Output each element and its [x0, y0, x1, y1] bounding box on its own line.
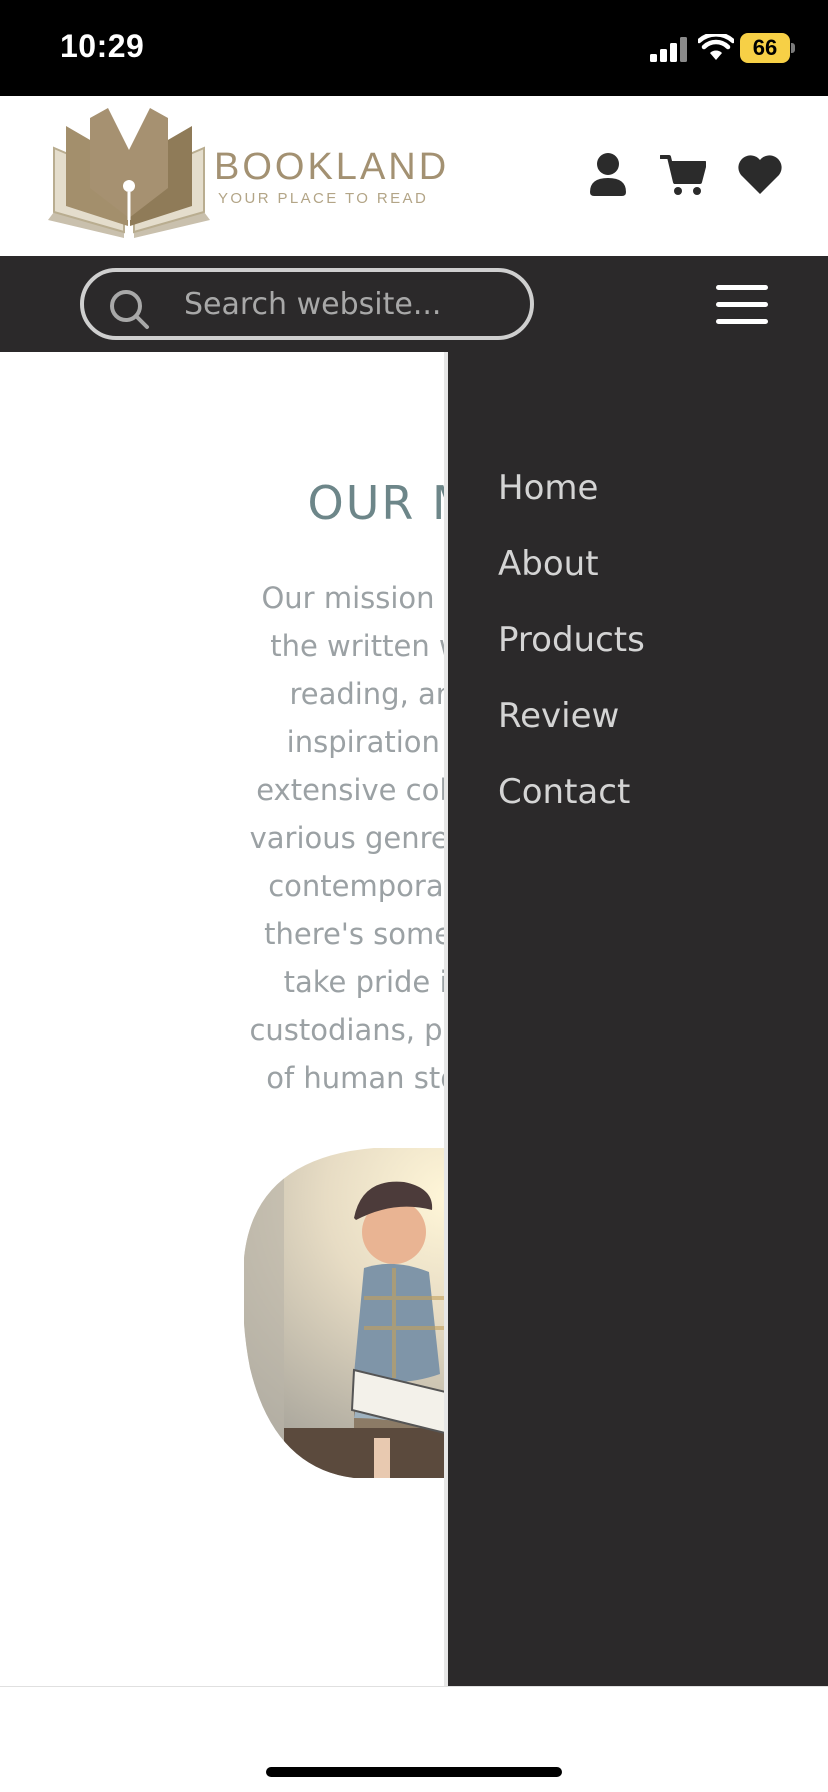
battery-tip	[791, 43, 795, 53]
site-header: BOOKLAND YOUR PLACE TO READ	[0, 96, 828, 256]
cart-icon[interactable]	[660, 152, 706, 196]
nav-item-products[interactable]: Products	[498, 616, 645, 692]
hamburger-menu-icon[interactable]	[714, 282, 770, 328]
signal-icon	[650, 37, 687, 62]
search-bar-row	[0, 256, 828, 352]
user-icon[interactable]	[588, 152, 628, 196]
nav-item-about[interactable]: About	[498, 540, 645, 616]
logo-tagline: YOUR PLACE TO READ	[218, 190, 429, 207]
wifi-icon	[698, 34, 734, 60]
nav-item-home[interactable]: Home	[498, 464, 645, 540]
battery-icon: 66	[740, 33, 790, 63]
nav-item-review[interactable]: Review	[498, 692, 645, 768]
nav-list: Home About Products Review Contact	[498, 464, 645, 844]
battery-level: 66	[752, 35, 778, 60]
search-icon[interactable]	[108, 288, 150, 330]
bottom-safe-area	[0, 1686, 828, 1792]
home-indicator[interactable]	[266, 1767, 562, 1777]
logo-name[interactable]: BOOKLAND	[214, 146, 449, 189]
heart-icon[interactable]	[736, 152, 784, 196]
search-box[interactable]	[80, 268, 534, 340]
book-logo-icon[interactable]	[48, 108, 210, 240]
nav-drawer: Home About Products Review Contact	[448, 352, 828, 1686]
search-input[interactable]	[184, 282, 514, 326]
screen: 10:29 66 BOOKLAND YOUR PLACE TO READ Sea…	[0, 0, 828, 1792]
nav-item-contact[interactable]: Contact	[498, 768, 645, 844]
status-bar: 10:29 66	[0, 0, 828, 96]
status-time: 10:29	[60, 28, 145, 64]
